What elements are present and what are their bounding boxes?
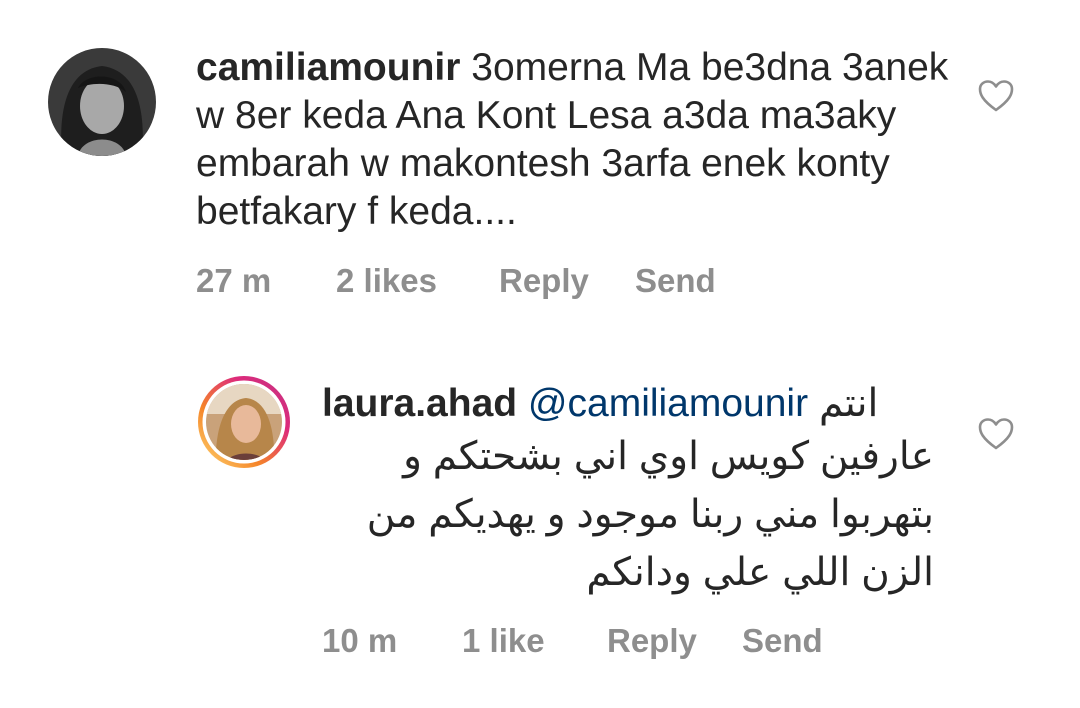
- comment-time: 27 m: [196, 262, 272, 299]
- send-button[interactable]: Send: [742, 622, 823, 660]
- mention-link[interactable]: @camiliamounir: [528, 382, 808, 425]
- reply-button[interactable]: Reply: [499, 262, 589, 300]
- comment-time: 10 m: [322, 622, 398, 659]
- comment-text-start: انتم: [818, 382, 879, 425]
- heart-outline-icon[interactable]: [978, 418, 1014, 450]
- comment-username[interactable]: camiliamounir: [196, 46, 460, 89]
- heart-outline-icon[interactable]: [978, 80, 1014, 112]
- comment-body: camiliamounir 3omerna Ma be3dna 3anek w …: [196, 44, 956, 236]
- comment-camiliamounir: camiliamounir 3omerna Ma be3dna 3anek w …: [0, 0, 1080, 320]
- comment-laura-ahad: laura.ahad @camiliamounir انتم عارفين كو…: [0, 340, 1080, 708]
- comment-username[interactable]: laura.ahad: [322, 382, 517, 425]
- comment-body: laura.ahad @camiliamounir انتم عارفين كو…: [322, 380, 934, 602]
- reply-button[interactable]: Reply: [607, 622, 697, 660]
- likes-count-button[interactable]: 1 like: [462, 622, 545, 660]
- avatar[interactable]: [48, 48, 156, 156]
- comment-first-line: laura.ahad @camiliamounir انتم: [322, 380, 934, 428]
- avatar[interactable]: [196, 374, 292, 470]
- comment-meta: 10 m 1 like Reply Send: [322, 622, 922, 662]
- likes-count-button[interactable]: 2 likes: [336, 262, 437, 300]
- comment-text: عارفين كويس اوي اني بشحتكم و بتهربوا مني…: [366, 435, 934, 594]
- send-button[interactable]: Send: [635, 262, 716, 300]
- comment-meta: 27 m 2 likes Reply Send: [196, 262, 796, 302]
